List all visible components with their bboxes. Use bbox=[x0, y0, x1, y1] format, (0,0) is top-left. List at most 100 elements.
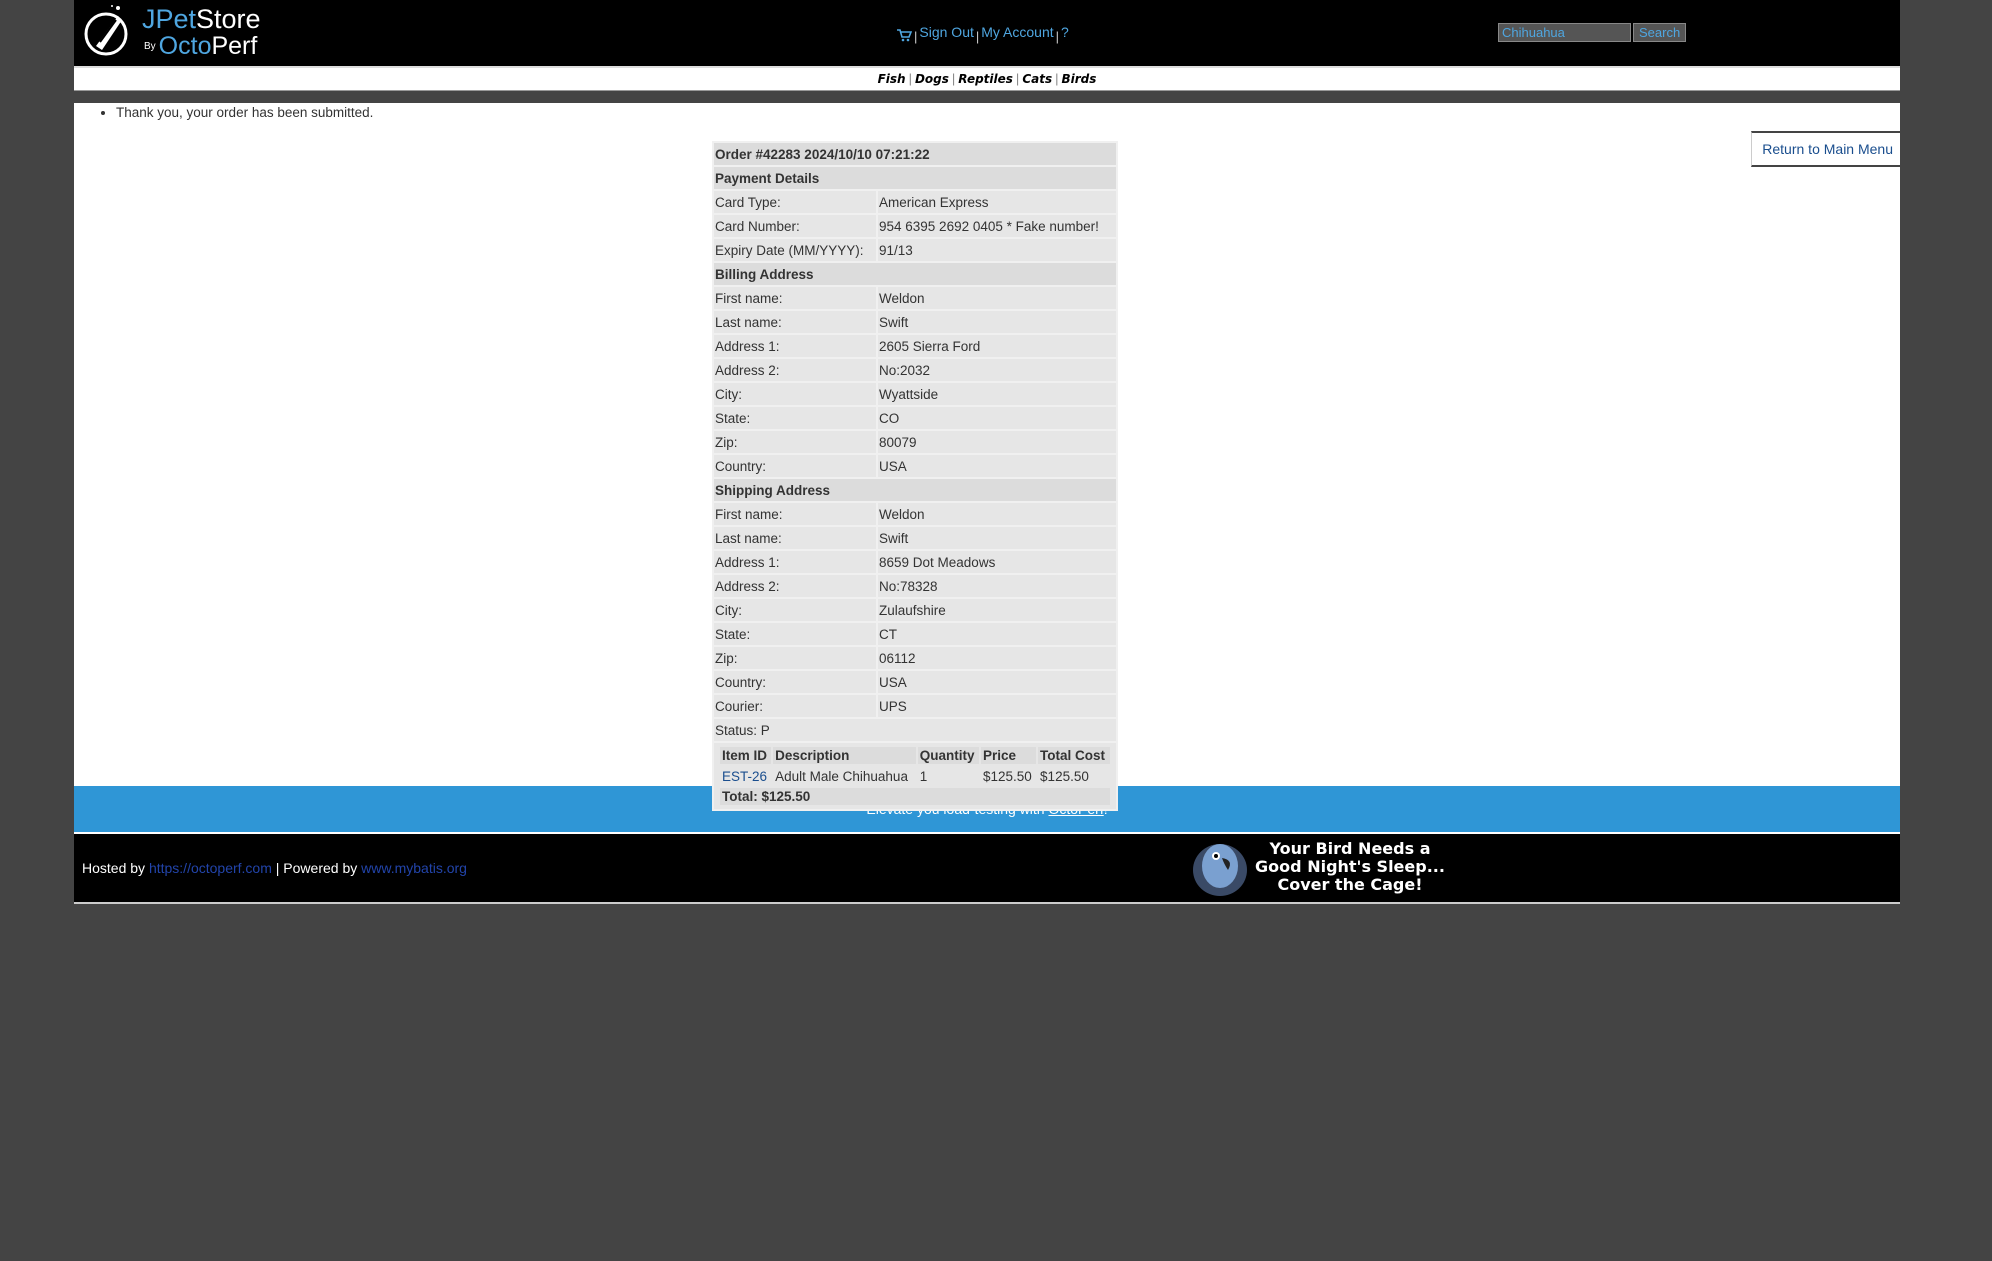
quicklink-separator: | bbox=[1055, 71, 1059, 86]
field-label: City: bbox=[714, 383, 876, 405]
table-row: Last name: Swift bbox=[714, 527, 1116, 549]
field-label: First name: bbox=[714, 503, 876, 525]
column-header-total-cost: Total Cost bbox=[1038, 747, 1110, 764]
parrot-icon bbox=[1193, 844, 1247, 896]
field-label: Address 2: bbox=[714, 359, 876, 381]
payment-details-header: Payment Details bbox=[714, 167, 1116, 189]
field-label: First name: bbox=[714, 287, 876, 309]
table-row: Expiry Date (MM/YYYY): 91/13 bbox=[714, 239, 1116, 261]
field-value: Swift bbox=[878, 527, 1116, 549]
account-menu: | Sign Out | My Account |? bbox=[896, 24, 1069, 45]
field-label: Last name: bbox=[714, 527, 876, 549]
back-link-box: Return to Main Menu bbox=[1751, 131, 1900, 167]
table-row: EST-26 Adult Male Chihuahua 1 $125.50 $1… bbox=[720, 766, 1110, 786]
logo-perf: Perf bbox=[211, 32, 258, 60]
success-message: Thank you, your order has been submitted… bbox=[116, 105, 373, 120]
table-row: Courier: UPS bbox=[714, 695, 1116, 717]
menu-separator: | bbox=[914, 29, 918, 44]
field-value: No:78328 bbox=[878, 575, 1116, 597]
powered-by-footer: Hosted by https://octoperf.com | Powered… bbox=[74, 834, 1900, 904]
order-status: Status: P bbox=[714, 719, 1116, 741]
field-value: Weldon bbox=[878, 287, 1116, 309]
menu-separator: | bbox=[1055, 29, 1060, 44]
table-row: First name: Weldon bbox=[714, 287, 1116, 309]
order-total: Total: $125.50 bbox=[720, 788, 1110, 805]
billing-address-header: Billing Address bbox=[714, 263, 1116, 285]
quicklink-separator: | bbox=[1015, 71, 1020, 86]
banner-text: Your Bird Needs a Good Night's Sleep... … bbox=[1255, 839, 1445, 894]
quicklink-reptiles[interactable]: Reptiles bbox=[958, 72, 1013, 86]
table-row: Zip: 80079 bbox=[714, 431, 1116, 453]
table-row: First name: Weldon bbox=[714, 503, 1116, 525]
field-value: American Express bbox=[878, 191, 1116, 213]
rocket-icon bbox=[84, 5, 128, 56]
field-label: Address 1: bbox=[714, 551, 876, 573]
search-form: Search bbox=[1498, 23, 1687, 42]
field-value: USA bbox=[878, 455, 1116, 477]
hosted-by-link[interactable]: https://octoperf.com bbox=[149, 860, 272, 876]
quicklink-separator: | bbox=[908, 71, 912, 86]
field-label: Zip: bbox=[714, 647, 876, 669]
quicklink-cats[interactable]: Cats bbox=[1022, 72, 1052, 86]
header: JPetStore By OctoPerf | Sign Out | My Accoun… bbox=[74, 0, 1900, 68]
field-label: Address 1: bbox=[714, 335, 876, 357]
jpetstore-logo[interactable]: JPetStore By OctoPerf bbox=[82, 2, 282, 62]
quicklink-dogs[interactable]: Dogs bbox=[915, 72, 949, 86]
table-row: Address 2: No:78328 bbox=[714, 575, 1116, 597]
table-row: Address 1: 2605 Sierra Ford bbox=[714, 335, 1116, 357]
field-label: Card Type: bbox=[714, 191, 876, 213]
quicklink-birds[interactable]: Birds bbox=[1062, 72, 1097, 86]
order-details: Order #42283 2024/10/10 07:21:22 Payment… bbox=[712, 141, 1118, 811]
field-label: Country: bbox=[714, 455, 876, 477]
item-id-link[interactable]: EST-26 bbox=[722, 769, 767, 784]
field-label: Card Number: bbox=[714, 215, 876, 237]
column-header-price: Price bbox=[981, 747, 1037, 764]
field-label: Last name: bbox=[714, 311, 876, 333]
hosted-by-label: Hosted by bbox=[82, 860, 149, 876]
table-row: Zip: 06112 bbox=[714, 647, 1116, 669]
item-description: Adult Male Chihuahua bbox=[773, 766, 916, 786]
return-to-main-menu-link[interactable]: Return to Main Menu bbox=[1762, 141, 1893, 157]
help-link[interactable]: ? bbox=[1061, 24, 1069, 40]
logo-by: By bbox=[144, 41, 156, 53]
field-value: CO bbox=[878, 407, 1116, 429]
shipping-address-header: Shipping Address bbox=[714, 479, 1116, 501]
sign-out-link[interactable]: Sign Out bbox=[919, 24, 973, 40]
line-items-container: Item ID Description Quantity Price Total… bbox=[714, 743, 1116, 809]
quicklink-separator: | bbox=[951, 71, 956, 86]
powered-by-link[interactable]: www.mybatis.org bbox=[361, 860, 467, 876]
field-value: 91/13 bbox=[878, 239, 1116, 261]
search-button[interactable]: Search bbox=[1633, 23, 1687, 42]
search-input[interactable] bbox=[1498, 23, 1631, 42]
field-value: 2605 Sierra Ford bbox=[878, 335, 1116, 357]
category-quicklinks: Fish | Dogs | Reptiles | Cats | Birds bbox=[74, 68, 1900, 91]
field-value: Weldon bbox=[878, 503, 1116, 525]
quicklink-fish[interactable]: Fish bbox=[878, 72, 906, 86]
field-value: Wyattside bbox=[878, 383, 1116, 405]
table-row: State: CO bbox=[714, 407, 1116, 429]
item-quantity: 1 bbox=[917, 766, 979, 786]
table-row: Last name: Swift bbox=[714, 311, 1116, 333]
logo-store: Store bbox=[196, 4, 261, 34]
powered-by-label: | Powered by bbox=[271, 860, 362, 876]
cart-icon[interactable] bbox=[896, 28, 913, 45]
column-header-description: Description bbox=[773, 747, 916, 764]
table-row: State: CT bbox=[714, 623, 1116, 645]
my-account-link[interactable]: My Account bbox=[981, 24, 1053, 40]
field-label: State: bbox=[714, 623, 876, 645]
messages-list: Thank you, your order has been submitted… bbox=[96, 105, 373, 120]
field-label: City: bbox=[714, 599, 876, 621]
field-label: Zip: bbox=[714, 431, 876, 453]
field-label: Country: bbox=[714, 671, 876, 693]
field-value: 954 6395 2692 0405 * Fake number! bbox=[878, 215, 1116, 237]
field-label: Courier: bbox=[714, 695, 876, 717]
column-header-quantity: Quantity bbox=[917, 747, 979, 764]
field-value: CT bbox=[878, 623, 1116, 645]
menu-separator: | bbox=[975, 29, 980, 44]
table-row: Card Type: American Express bbox=[714, 191, 1116, 213]
table-row: Address 2: No:2032 bbox=[714, 359, 1116, 381]
field-value: Zulaufshire bbox=[878, 599, 1116, 621]
field-label: Address 2: bbox=[714, 575, 876, 597]
bird-banner-ad[interactable]: Your Bird Needs a Good Night's Sleep... … bbox=[1190, 836, 1452, 898]
item-total: $125.50 bbox=[1038, 766, 1110, 786]
